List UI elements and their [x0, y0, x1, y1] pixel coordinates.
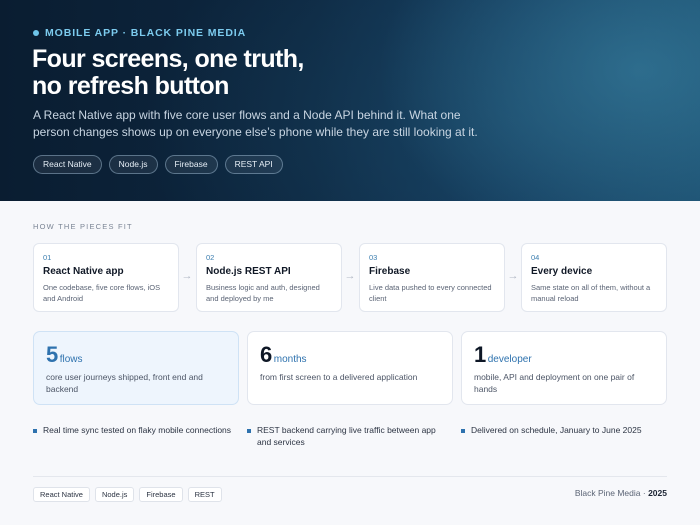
- list-item-text: Delivered on schedule, January to June 2…: [471, 425, 642, 435]
- stat-desc: from first screen to a delivered applica…: [260, 372, 418, 382]
- hero-banner: MOBILE APP · BLACK PINE MEDIA Four scree…: [0, 0, 700, 201]
- stats-row: 5 flows core user journeys shipped, fron…: [33, 331, 667, 405]
- stat-unit: months: [273, 354, 307, 365]
- footer-tags: React Native Node.js Firebase REST: [33, 487, 222, 502]
- stat-value: 5: [46, 342, 58, 367]
- stat-unit: developer: [487, 354, 532, 365]
- step-number: 03: [369, 253, 378, 262]
- stat-unit: flows: [59, 354, 83, 365]
- stat-desc: mobile, API and deployment on one pair o…: [474, 372, 635, 394]
- bullet-square-icon: [33, 429, 37, 433]
- footer-divider: [33, 476, 667, 477]
- footer-tag: Firebase: [139, 487, 183, 502]
- list-item: Real time sync tested on flaky mobile co…: [33, 424, 233, 436]
- step-number: 02: [206, 253, 215, 262]
- step-desc: One codebase, five core flows, iOS and A…: [43, 283, 161, 303]
- section-label: HOW THE PIECES FIT: [33, 222, 133, 231]
- footer-tag: REST: [187, 487, 222, 502]
- stat-figure: 5 flows: [46, 342, 83, 368]
- step-number: 01: [43, 253, 52, 262]
- stat-figure: 1 developer: [474, 342, 532, 368]
- stat-figure: 6 months: [260, 342, 307, 368]
- stat-value: 6: [260, 342, 272, 367]
- title-line-2: no refresh button: [32, 72, 229, 100]
- step-desc: Business logic and auth, designed and de…: [206, 283, 320, 303]
- title-line-1: Four screens, one truth,: [32, 45, 304, 73]
- stat-card-flows: 5 flows core user journeys shipped, fron…: [33, 331, 239, 405]
- hero-tags: React Native Node.js Firebase REST API: [33, 155, 283, 174]
- hero-tag: REST API: [224, 155, 283, 174]
- stat-card-developer: 1 developer mobile, API and deployment o…: [461, 331, 667, 405]
- stat-desc: core user journeys shipped, front end an…: [46, 372, 203, 394]
- footer-credit: Black Pine Media · 2025: [575, 488, 667, 498]
- highlights-list: Real time sync tested on flaky mobile co…: [33, 424, 667, 454]
- eyebrow: MOBILE APP · BLACK PINE MEDIA: [33, 27, 246, 39]
- list-item-text: REST backend carrying live traffic betwe…: [257, 425, 436, 447]
- step-number: 04: [531, 253, 540, 262]
- bullet-square-icon: [247, 429, 251, 433]
- pipeline-steps: 01 React Native app One codebase, five c…: [33, 243, 667, 312]
- arrow-right-icon: →: [181, 270, 193, 282]
- hero-tag: Firebase: [164, 155, 218, 174]
- dot-icon: [33, 30, 39, 36]
- list-item: REST backend carrying live traffic betwe…: [247, 424, 447, 448]
- step-card: 02 Node.js REST API Business logic and a…: [196, 243, 342, 312]
- arrow-right-icon: →: [344, 270, 356, 282]
- hero-tag: React Native: [33, 155, 102, 174]
- footer-tag: Node.js: [94, 487, 135, 502]
- hero-lead: A React Native app with five core user f…: [33, 108, 478, 139]
- list-item-text: Real time sync tested on flaky mobile co…: [43, 425, 232, 435]
- footer-tag: React Native: [33, 487, 90, 502]
- arrow-right-icon: →: [507, 270, 519, 282]
- step-desc: Live data pushed to every connected clie…: [369, 283, 492, 303]
- step-card: 03 Firebase Live data pushed to every co…: [359, 243, 505, 312]
- stat-value: 1: [474, 342, 486, 367]
- credit-year: 2025: [648, 488, 667, 498]
- step-card: 01 React Native app One codebase, five c…: [33, 243, 179, 312]
- stat-card-months: 6 months from first screen to a delivere…: [247, 331, 453, 405]
- step-name: Firebase: [369, 266, 411, 277]
- step-name: Node.js REST API: [206, 266, 291, 277]
- page-title: Four screens, one truth, no refresh butt…: [32, 46, 304, 100]
- eyebrow-text: MOBILE APP · BLACK PINE MEDIA: [45, 27, 247, 39]
- step-name: React Native app: [43, 266, 124, 277]
- credit-text: Black Pine Media ·: [574, 488, 646, 498]
- step-name: Every device: [531, 266, 593, 277]
- hero-tag: Node.js: [108, 155, 158, 174]
- bullet-square-icon: [461, 429, 465, 433]
- step-card: 04 Every device Same state on all of the…: [521, 243, 667, 312]
- step-desc: Same state on all of them, without a man…: [531, 283, 651, 303]
- list-item: Delivered on schedule, January to June 2…: [461, 424, 661, 436]
